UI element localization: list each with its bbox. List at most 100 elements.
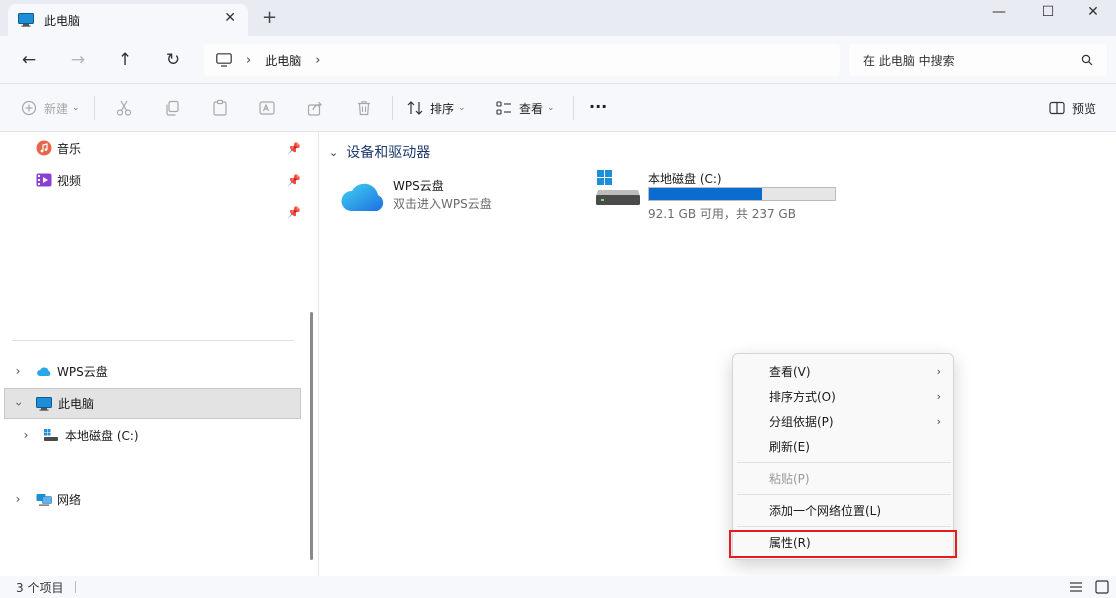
pc-icon bbox=[36, 396, 52, 411]
navigation-pane: 音乐 📌 视频 📌 📌 › WPS云盘 › 此电脑 › 本地磁盘 (C:) › … bbox=[0, 132, 318, 576]
command-bar: 新建 ⌄ 排序 ⌄ 查看 ⌄ ··· 预览 bbox=[0, 84, 1116, 132]
search-input[interactable]: 在 此电脑 中搜索 bbox=[863, 52, 955, 69]
sidebar-item-music[interactable]: 音乐 📌 bbox=[0, 135, 302, 161]
large-icons-view-icon[interactable] bbox=[1094, 580, 1110, 594]
pin-icon[interactable]: 📌 bbox=[287, 142, 301, 155]
menu-item-label: 排序方式(O) bbox=[769, 389, 836, 404]
status-separator bbox=[75, 581, 77, 593]
new-tab-button[interactable]: + bbox=[262, 9, 277, 27]
group-header-devices[interactable]: ⌄ 设备和驱动器 bbox=[329, 142, 430, 162]
forward-button[interactable]: → bbox=[66, 48, 90, 72]
sidebar-item-network[interactable]: › 网络 bbox=[0, 486, 302, 512]
menu-separator bbox=[737, 494, 951, 495]
menu-item-paste[interactable]: 粘贴(P) bbox=[737, 465, 951, 491]
close-window-button[interactable]: ✕ bbox=[1070, 0, 1116, 24]
menu-item-add-network-location[interactable]: 添加一个网络位置(L) bbox=[737, 497, 951, 523]
sidebar-item-video[interactable]: 视频 📌 bbox=[0, 167, 302, 193]
menu-item-label: 分组依据(P) bbox=[769, 414, 834, 429]
new-label: 新建 bbox=[44, 101, 69, 116]
refresh-icon: ↻ bbox=[165, 50, 181, 70]
network-icon bbox=[36, 494, 52, 506]
trash-icon bbox=[358, 101, 370, 116]
chevron-right-icon[interactable]: › bbox=[12, 364, 24, 378]
close-tab-icon[interactable]: ✕ bbox=[224, 10, 236, 26]
item-name: WPS云盘 bbox=[393, 179, 444, 193]
preview-pane-button[interactable]: 预览 bbox=[1048, 98, 1096, 118]
cloud-icon bbox=[37, 367, 51, 376]
breadcrumb-this-pc[interactable]: 此电脑 bbox=[265, 52, 301, 69]
minimize-button[interactable]: — bbox=[976, 0, 1022, 24]
item-wps-cloud[interactable]: WPS云盘 双击进入WPS云盘 bbox=[339, 172, 569, 220]
menu-item-label: 添加一个网络位置(L) bbox=[769, 503, 882, 518]
menu-item-sort-by[interactable]: 排序方式(O) › bbox=[737, 383, 951, 409]
chevron-right-icon[interactable]: › bbox=[12, 492, 24, 506]
capacity-bar-fill bbox=[649, 188, 763, 200]
drive-icon bbox=[596, 170, 640, 205]
delete-button[interactable] bbox=[355, 98, 373, 118]
menu-item-refresh[interactable]: 刷新(E) bbox=[737, 433, 951, 459]
menu-separator bbox=[737, 526, 951, 527]
chevron-right-icon: › bbox=[936, 389, 941, 403]
preview-label: 预览 bbox=[1072, 101, 1097, 116]
menu-item-view[interactable]: 查看(V) › bbox=[737, 358, 951, 384]
add-circle-icon bbox=[21, 100, 37, 116]
menu-item-group-by[interactable]: 分组依据(P) › bbox=[737, 408, 951, 434]
arrow-up-icon: ↑ bbox=[117, 50, 133, 70]
menu-item-label: 粘贴(P) bbox=[769, 471, 810, 486]
breadcrumb-chevron-icon[interactable]: › bbox=[246, 53, 251, 68]
rename-button[interactable] bbox=[258, 98, 276, 118]
chevron-down-icon[interactable]: › bbox=[12, 398, 26, 410]
breadcrumb-chevron-icon[interactable]: › bbox=[315, 53, 320, 68]
sort-button[interactable]: 排序 ⌄ bbox=[406, 98, 466, 118]
item-subtitle: 92.1 GB 可用，共 237 GB bbox=[648, 207, 796, 221]
music-icon bbox=[36, 140, 52, 156]
pin-icon[interactable]: 📌 bbox=[287, 206, 301, 219]
tab-this-pc[interactable]: 此电脑 ✕ bbox=[8, 4, 248, 36]
new-button[interactable]: 新建 ⌄ bbox=[20, 98, 80, 118]
maximize-button[interactable]: ☐ bbox=[1025, 0, 1071, 24]
chevron-down-icon[interactable]: ⌄ bbox=[329, 146, 338, 159]
sidebar-item-label: 网络 bbox=[57, 492, 82, 507]
address-bar[interactable]: › 此电脑 › bbox=[204, 44, 840, 76]
up-button[interactable]: ↑ bbox=[113, 48, 137, 72]
scissors-icon bbox=[116, 100, 132, 116]
sidebar-item-wps-cloud[interactable]: › WPS云盘 bbox=[0, 358, 302, 384]
back-button[interactable]: ← bbox=[17, 48, 41, 72]
chevron-right-icon: › bbox=[936, 414, 941, 428]
refresh-button[interactable]: ↻ bbox=[161, 48, 185, 72]
arrow-left-icon: ← bbox=[21, 50, 37, 70]
toolbar-separator bbox=[392, 96, 393, 120]
paste-button[interactable] bbox=[211, 98, 229, 118]
view-button[interactable]: 查看 ⌄ bbox=[495, 98, 555, 118]
chevron-right-icon[interactable]: › bbox=[20, 428, 32, 442]
rename-icon bbox=[259, 101, 275, 115]
group-title: 设备和驱动器 bbox=[346, 145, 431, 161]
sidebar-item-local-disk[interactable]: › 本地磁盘 (C:) bbox=[0, 422, 302, 448]
item-count: 3 个项目 bbox=[16, 580, 64, 595]
sidebar-item-label: 此电脑 bbox=[58, 397, 95, 411]
item-name: 本地磁盘 (C:) bbox=[648, 172, 722, 186]
sidebar-scrollbar[interactable] bbox=[310, 312, 313, 560]
sidebar-item-this-pc[interactable]: › 此电脑 bbox=[4, 388, 301, 419]
copy-button[interactable] bbox=[163, 98, 181, 118]
status-bar: 3 个项目 bbox=[0, 576, 1116, 598]
sidebar-item-empty[interactable]: 📌 bbox=[0, 199, 302, 225]
view-label: 查看 bbox=[519, 101, 544, 116]
more-options-button[interactable]: ··· bbox=[589, 96, 607, 116]
details-view-icon[interactable] bbox=[1068, 580, 1084, 594]
share-button[interactable] bbox=[306, 98, 324, 118]
close-icon: ✕ bbox=[1087, 4, 1099, 20]
more-icon: ··· bbox=[589, 96, 608, 116]
view-icon bbox=[496, 101, 511, 115]
pin-icon[interactable]: 📌 bbox=[287, 174, 301, 187]
monitor-icon bbox=[216, 53, 232, 67]
minimize-icon: — bbox=[992, 4, 1006, 20]
context-menu: 查看(V) › 排序方式(O) › 分组依据(P) › 刷新(E) 粘贴(P) … bbox=[729, 353, 957, 560]
content-area[interactable]: ⌄ 设备和驱动器 WPS云盘 双击进入WPS云盘 本地磁盘 (C:) 92.1 … bbox=[319, 132, 1116, 576]
toolbar-separator bbox=[94, 96, 95, 120]
capacity-bar bbox=[648, 187, 836, 201]
cut-button[interactable] bbox=[115, 98, 133, 118]
navigation-bar: ← → ↑ ↻ › 此电脑 › 在 此电脑 中搜索 bbox=[0, 36, 1116, 84]
tab-title: 此电脑 bbox=[44, 13, 81, 28]
search-box[interactable]: 在 此电脑 中搜索 bbox=[849, 44, 1107, 76]
